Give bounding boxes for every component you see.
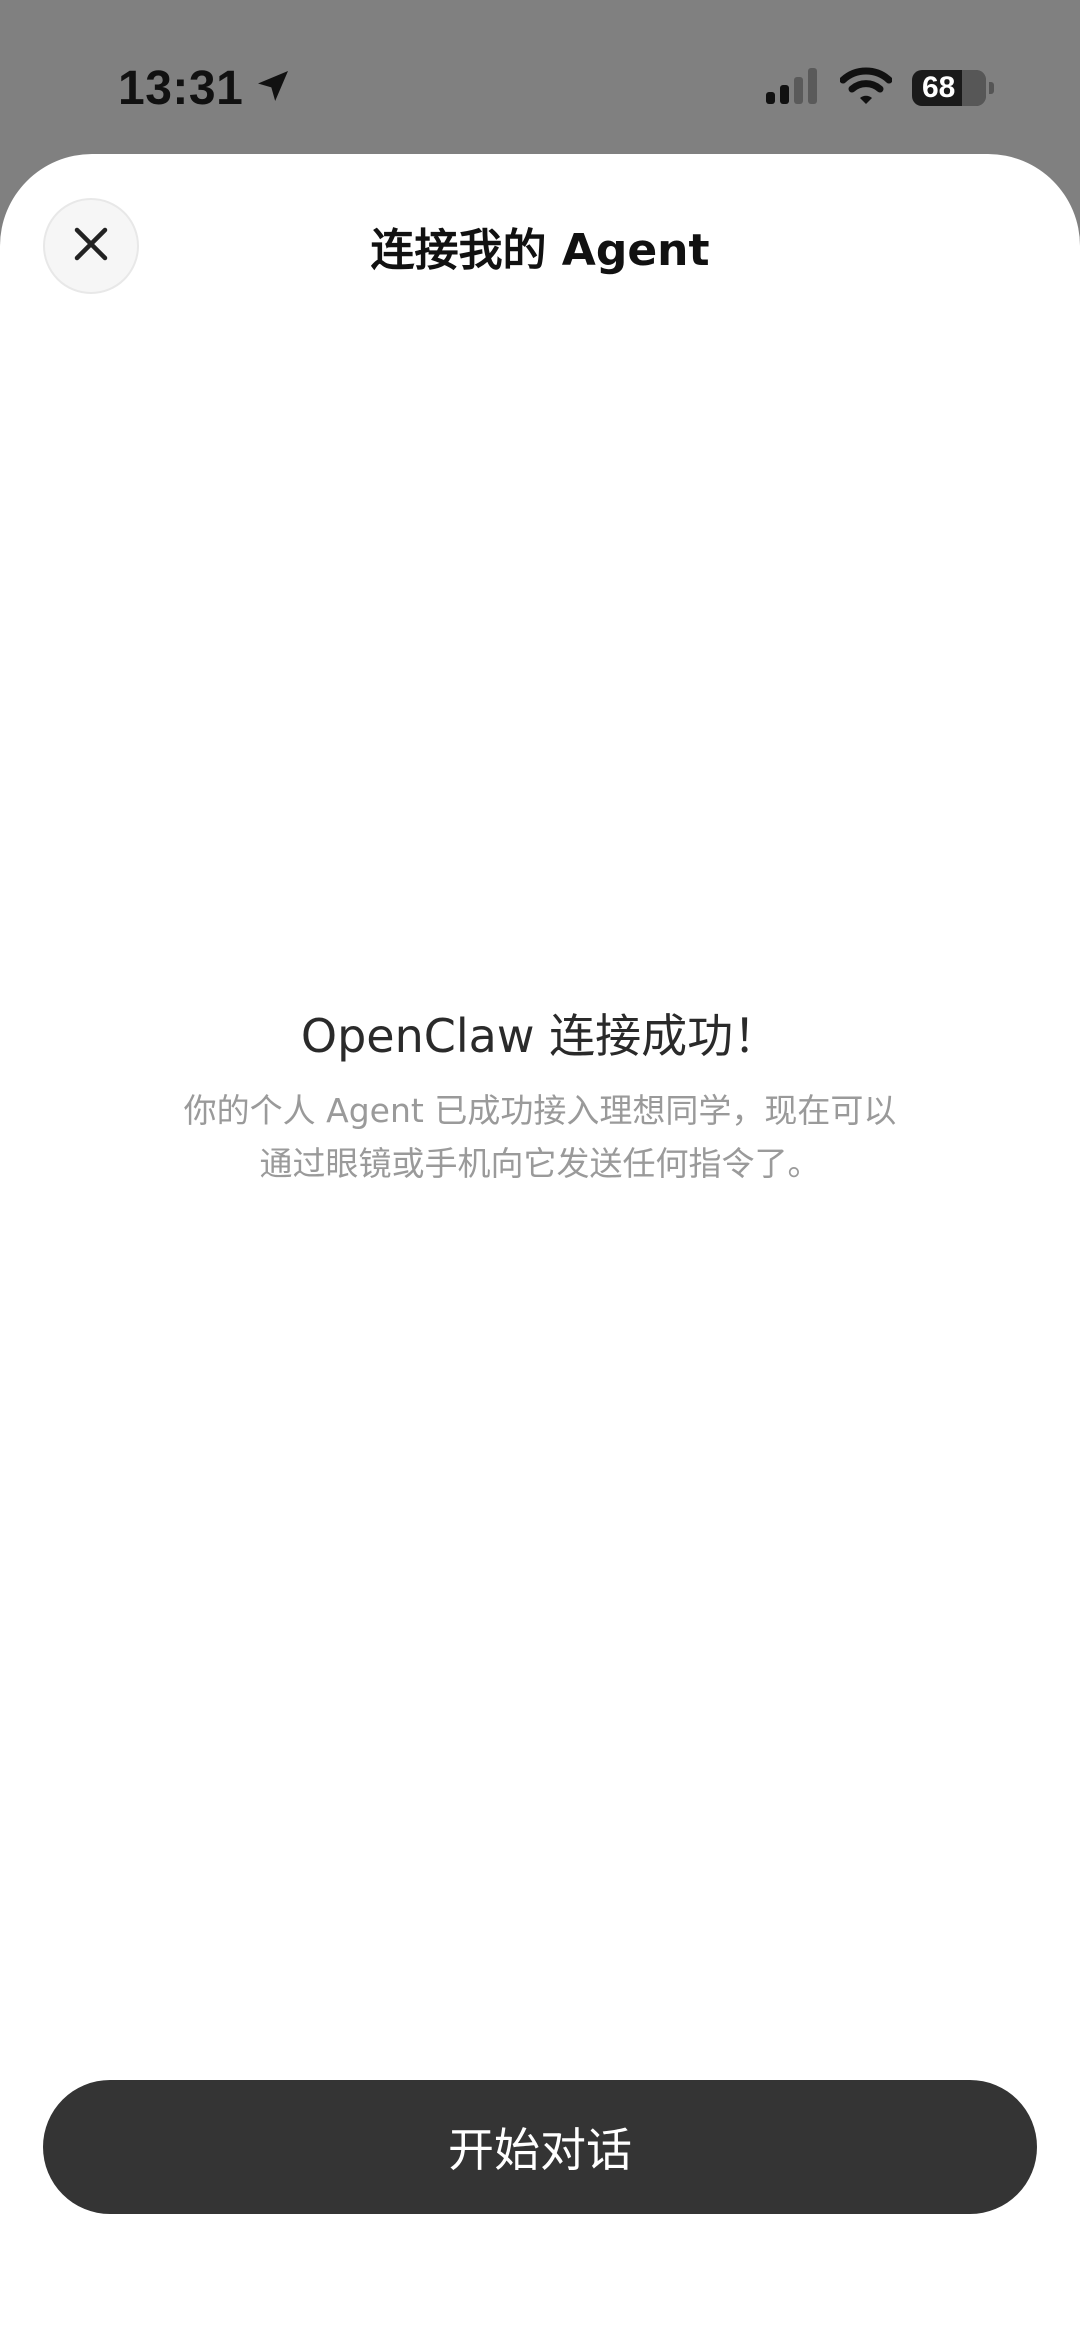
success-title: OpenClaw 连接成功！ — [300, 1009, 780, 1063]
cellular-signal-icon — [766, 68, 820, 108]
sheet-title: 连接我的 Agent — [370, 225, 710, 276]
description-line-2: 通过眼镜或手机向它发送任何指令了。 — [259, 1144, 821, 1183]
start-chat-button[interactable]: 开始对话 — [43, 2080, 1037, 2214]
status-time-group: 13:31 — [118, 58, 293, 118]
status-time: 13:31 — [118, 61, 244, 115]
battery-indicator: 68 — [912, 70, 994, 106]
battery-level: 68 — [922, 71, 956, 104]
status-icons: 68 — [766, 62, 994, 114]
description-line-1: 你的个人 Agent 已成功接入理想同学，现在可以 — [183, 1091, 897, 1130]
wifi-icon — [839, 67, 893, 109]
connect-agent-sheet: 连接我的 Agent OpenClaw 连接成功！ 你的个人 Agent 已成功… — [0, 154, 1080, 2348]
location-arrow-icon — [253, 66, 293, 110]
success-description: 你的个人 Agent 已成功接入理想同学，现在可以 通过眼镜或手机向它发送任何指… — [160, 1084, 920, 1190]
status-bar: 13:31 68 — [0, 0, 1080, 154]
battery-tip — [989, 82, 994, 94]
